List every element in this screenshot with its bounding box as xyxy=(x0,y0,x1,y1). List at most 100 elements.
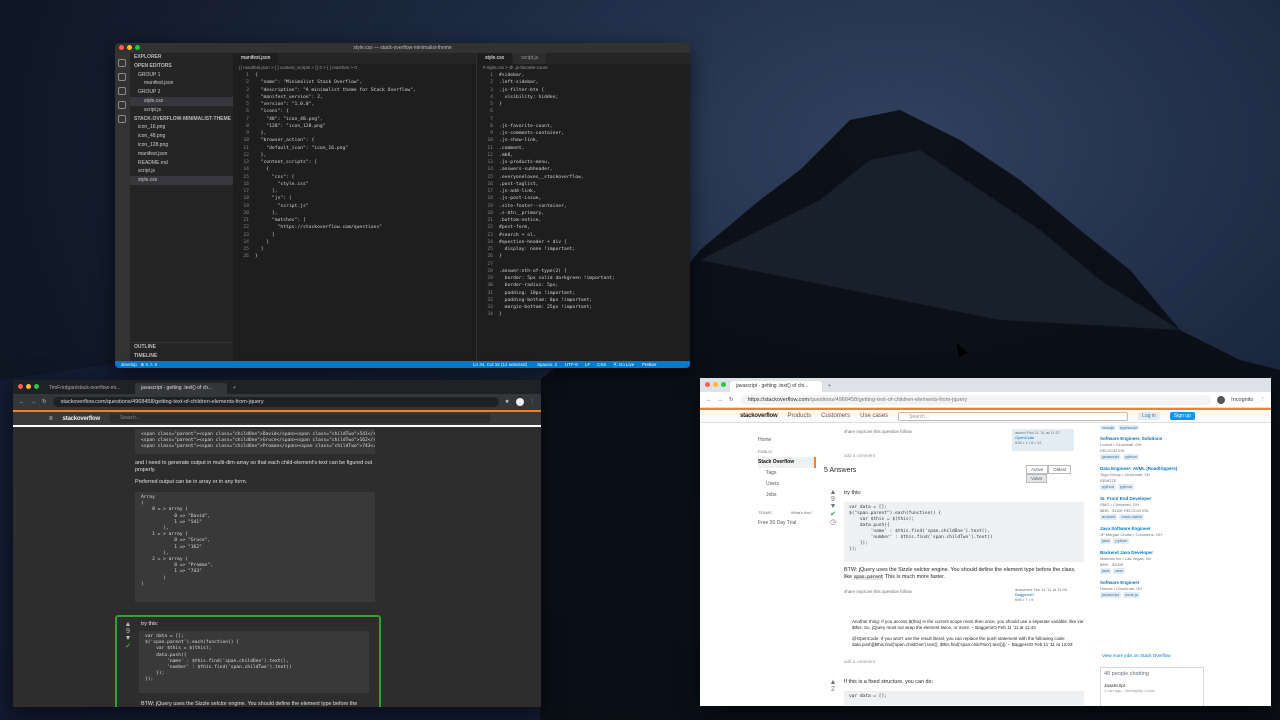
minimize-icon[interactable] xyxy=(26,384,31,389)
post-menu[interactable]: share improve this question follow xyxy=(844,589,912,594)
address-bar[interactable]: stackoverflow.com/questions/4968458/gett… xyxy=(52,397,499,407)
cursor-position[interactable]: Ln 34, Col 15 (12 selected) xyxy=(473,361,527,368)
login-button[interactable]: Log in xyxy=(1138,412,1160,420)
tag[interactable]: python xyxy=(1113,538,1130,544)
prettier-status[interactable]: Prettier xyxy=(642,361,657,368)
nav-trial[interactable]: Free 30 Day Trial xyxy=(758,518,816,529)
tag[interactable]: react-native xyxy=(1119,514,1145,520)
whats-this-link[interactable]: What's this? xyxy=(791,510,813,515)
file-item[interactable]: icon_16.png xyxy=(130,123,233,132)
history-icon[interactable]: ◷ xyxy=(824,518,842,526)
debug-icon[interactable] xyxy=(118,101,126,109)
downvote-icon[interactable]: ▼ xyxy=(119,635,137,642)
job-listing[interactable]: Data Engineer: AI/ML (Roadtrippers) Togo … xyxy=(1100,466,1204,490)
forward-icon[interactable]: → xyxy=(31,399,37,405)
job-listing[interactable]: Software Engineer Homes • Cincinnati, OH j… xyxy=(1100,580,1204,598)
file-item[interactable]: manifest.json xyxy=(130,150,233,159)
browser-tab-active[interactable]: javascript - getting .text() of chi... xyxy=(730,381,822,392)
tag[interactable]: javascript xyxy=(1100,592,1121,598)
tag[interactable]: javascript xyxy=(1100,454,1121,460)
nav-customers[interactable]: Customers xyxy=(821,413,850,419)
group1-label[interactable]: GROUP 1 xyxy=(130,71,233,80)
menu-icon[interactable]: ⋮ xyxy=(1260,397,1266,403)
outline-header[interactable]: OUTLINE xyxy=(130,343,233,352)
add-comment-link[interactable]: add a comment xyxy=(844,659,875,664)
maximize-icon[interactable] xyxy=(34,384,39,389)
golive-button[interactable]: ⦿ Go Live xyxy=(613,361,634,368)
tag[interactable]: aem xyxy=(1113,568,1126,574)
breadcrumb[interactable]: {} manifest.json > [ ] content_scripts >… xyxy=(233,64,476,72)
reload-icon[interactable]: ↻ xyxy=(729,397,734,403)
menu-icon[interactable]: ⋮ xyxy=(530,399,536,405)
so-logo[interactable]: stackoverflow xyxy=(63,416,101,422)
extensions-icon[interactable] xyxy=(118,115,126,123)
tag[interactable]: python xyxy=(1118,484,1135,490)
minimize-icon[interactable] xyxy=(127,45,132,50)
search-input[interactable]: Search... xyxy=(109,414,490,423)
back-icon[interactable]: ← xyxy=(19,399,25,405)
upvote-icon[interactable]: ▲ xyxy=(824,679,842,686)
job-listing[interactable]: Backend Java Developer Maxonic Inc • Las … xyxy=(1100,550,1204,574)
upvote-icon[interactable]: ▲ xyxy=(119,621,137,628)
extension-icon[interactable]: ★ xyxy=(505,399,510,405)
close-icon[interactable] xyxy=(705,382,710,387)
add-comment-link[interactable]: add a comment xyxy=(844,453,875,458)
search-icon[interactable] xyxy=(118,73,126,81)
tag[interactable]: java xyxy=(1100,538,1112,544)
nav-tags[interactable]: Tags xyxy=(758,468,816,479)
encoding-status[interactable]: UTF-8 xyxy=(565,361,578,368)
code-area[interactable]: 1{2 "name": "Minimalist Stack Overflow",… xyxy=(233,72,476,261)
forward-icon[interactable]: → xyxy=(718,397,724,403)
post-menu[interactable]: share improve this question follow xyxy=(844,429,912,434)
downvote-icon[interactable]: ▼ xyxy=(824,503,842,510)
signup-button[interactable]: Sign up xyxy=(1169,412,1195,420)
breadcrumb[interactable]: # style.css > ⚙ .js-favorite-count xyxy=(477,64,690,72)
incognito-icon[interactable] xyxy=(1217,395,1226,404)
hamburger-icon[interactable]: ≡ xyxy=(49,416,53,422)
more-jobs-link[interactable]: View more jobs on Stack Overflow xyxy=(1102,653,1170,658)
file-item[interactable]: script.js xyxy=(130,167,233,176)
indent-status[interactable]: Spaces: 2 xyxy=(537,361,557,368)
nav-use-cases[interactable]: Use cases xyxy=(860,413,888,419)
browser-tab-active[interactable]: javascript - getting .text() of ch... xyxy=(135,383,227,394)
minimize-icon[interactable] xyxy=(713,382,718,387)
reload-icon[interactable]: ↻ xyxy=(42,399,47,405)
file-item[interactable]: README.md xyxy=(130,159,233,168)
tag[interactable]: java xyxy=(1100,568,1112,574)
maximize-icon[interactable] xyxy=(135,45,140,50)
file-item[interactable]: manifest.json xyxy=(130,79,233,88)
nav-stackoverflow[interactable]: Stack Overflow xyxy=(758,457,816,468)
search-input[interactable]: Search... xyxy=(898,411,1129,421)
nav-jobs[interactable]: Jobs xyxy=(758,490,816,501)
so-logo[interactable]: stackoverflow xyxy=(740,413,778,419)
timeline-header[interactable]: TIMELINE xyxy=(130,352,233,361)
browser-tab[interactable]: TimFrirdgan/stack-overflow-mi... xyxy=(43,383,135,394)
branch-status[interactable]: develop xyxy=(121,362,137,367)
maximize-icon[interactable] xyxy=(721,382,726,387)
problems-status[interactable]: ⊗ 0 ⚠ 0 xyxy=(141,362,158,367)
tab-manifest[interactable]: manifest.json xyxy=(233,53,280,64)
eol-status[interactable]: LF xyxy=(585,361,590,368)
new-tab-icon[interactable]: + xyxy=(233,383,236,394)
tag[interactable]: typescript xyxy=(1117,425,1139,430)
new-tab-icon[interactable]: + xyxy=(828,381,831,392)
files-icon[interactable] xyxy=(118,59,126,67)
group2-label[interactable]: GROUP 2 xyxy=(130,88,233,97)
profile-icon[interactable] xyxy=(515,398,524,406)
job-listing[interactable]: Software Engineer, Solutions Locent • Cin… xyxy=(1100,436,1204,460)
address-bar[interactable]: https://stackoverflow.com/questions/4968… xyxy=(739,394,1212,405)
close-icon[interactable] xyxy=(119,45,124,50)
sort-oldest[interactable]: Oldest xyxy=(1048,465,1072,474)
sort-votes[interactable]: Votes xyxy=(1026,474,1048,483)
code-area[interactable]: 1 #sidebar, 2 .left-sidebar, 3 .js-filter-btn… xyxy=(477,72,690,319)
upvote-icon[interactable]: ▲ xyxy=(824,489,842,496)
job-listing[interactable]: Java Software Engineer JP Morgan Chase • … xyxy=(1100,526,1204,544)
file-item[interactable]: icon_128.png xyxy=(130,141,233,150)
nav-home[interactable]: Home xyxy=(758,435,816,446)
file-item[interactable]: script.js xyxy=(130,106,233,115)
sort-active[interactable]: Active xyxy=(1026,465,1049,474)
open-editors-header[interactable]: OPEN EDITORS xyxy=(130,62,233,71)
file-item[interactable]: icon_48.png xyxy=(130,132,233,141)
file-item[interactable]: style.css xyxy=(130,96,233,106)
tag[interactable]: node.js xyxy=(1122,592,1140,598)
